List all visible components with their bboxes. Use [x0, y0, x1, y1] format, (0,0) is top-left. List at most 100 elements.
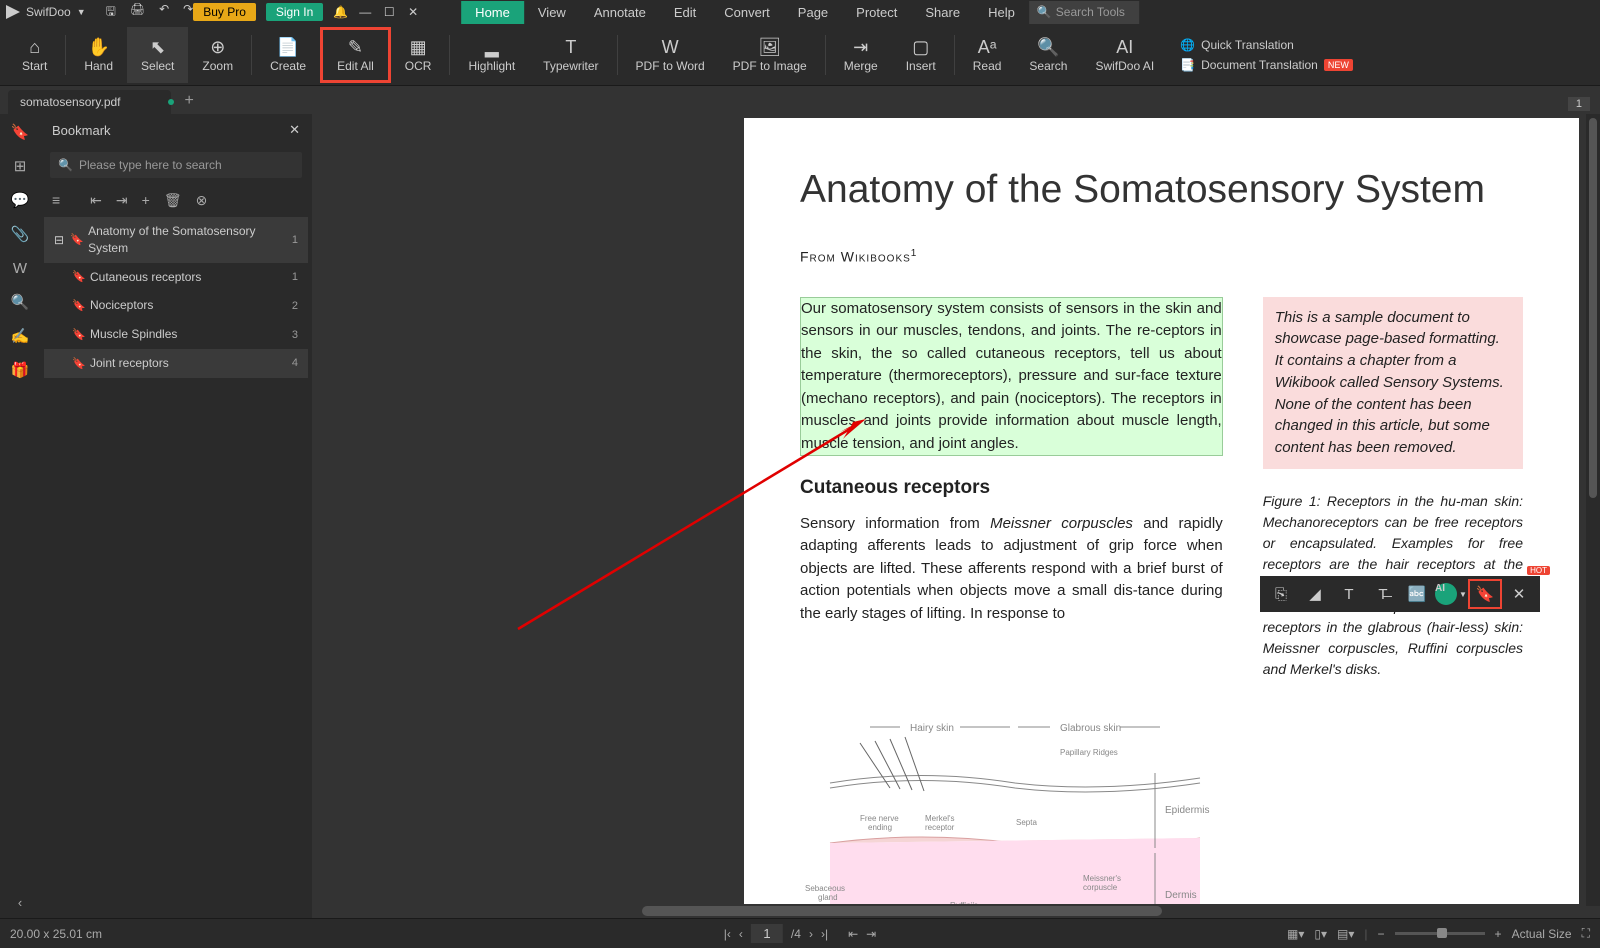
- highlighted-paragraph[interactable]: Our somatosensory system consists of sen…: [800, 297, 1223, 457]
- ribbon: ⌂Start ✋Hand ⬉Select ⊕Zoom 📄Create ✎Edit…: [0, 24, 1600, 86]
- menu-convert[interactable]: Convert: [710, 1, 784, 24]
- prev-page-button[interactable]: ‹: [739, 927, 743, 941]
- fullscreen-button[interactable]: ⛶: [1582, 926, 1590, 941]
- zoom-icon: ⊕: [210, 37, 225, 59]
- menu-annotate[interactable]: Annotate: [580, 1, 660, 24]
- scrollbar-thumb[interactable]: [1589, 118, 1597, 498]
- bookmark-item[interactable]: ⊟ 🔖 Anatomy of the Somatosensory System …: [44, 217, 308, 263]
- list-icon[interactable]: ≡: [52, 192, 60, 209]
- first-page-button[interactable]: |‹: [724, 927, 731, 941]
- menu-protect[interactable]: Protect: [842, 1, 911, 24]
- menu-help[interactable]: Help: [974, 1, 1029, 24]
- label: SwifDoo AI: [1095, 59, 1154, 73]
- word-nav-icon[interactable]: W: [10, 258, 30, 278]
- label: Sebaceous: [805, 884, 845, 893]
- read-button[interactable]: AᵃRead: [959, 27, 1016, 83]
- prev-view-button[interactable]: ⇤: [848, 927, 858, 941]
- bookmark-selection-button[interactable]: 🔖: [1468, 579, 1502, 609]
- outdent-icon[interactable]: ⇤: [90, 192, 102, 209]
- close-toolbar-button[interactable]: ✕: [1502, 579, 1536, 609]
- next-view-button[interactable]: ⇥: [866, 927, 876, 941]
- scroll-mode-icon[interactable]: ▤▾: [1337, 927, 1354, 941]
- highlight-button[interactable]: ▂Highlight: [454, 27, 529, 83]
- ai-button[interactable]: AIHOT▼: [1434, 579, 1468, 609]
- document-translation-button[interactable]: 📑Document TranslationNEW: [1180, 58, 1353, 72]
- strikethrough-button[interactable]: T̶: [1366, 579, 1400, 609]
- bookmark-nav-icon[interactable]: 🔖: [10, 122, 30, 142]
- pdf-to-image-button[interactable]: 🖼PDF to Image: [719, 27, 821, 83]
- copy-button[interactable]: ⎘: [1264, 579, 1298, 609]
- create-button[interactable]: 📄Create: [256, 27, 320, 83]
- comments-nav-icon[interactable]: 💬: [10, 190, 30, 210]
- menu-home[interactable]: Home: [461, 1, 524, 24]
- save-icon[interactable]: 🖫: [106, 2, 116, 23]
- attachments-nav-icon[interactable]: 📎: [10, 224, 30, 244]
- redo-icon[interactable]: ↷: [183, 2, 193, 23]
- insert-button[interactable]: ▢Insert: [892, 27, 950, 83]
- close-window-button[interactable]: ✕: [406, 5, 420, 19]
- bookmark-item[interactable]: 🔖 Nociceptors 2: [44, 291, 308, 320]
- label: Search: [1029, 59, 1067, 73]
- statusbar-right: ▦▾ ▯▾ ▤▾ | − + Actual Size ⛶: [1287, 926, 1590, 941]
- page-layout-icon[interactable]: ▯▾: [1314, 927, 1327, 941]
- page-input[interactable]: [751, 924, 783, 943]
- delete-bookmark-icon[interactable]: 🗑: [164, 192, 182, 209]
- minimize-button[interactable]: —: [358, 5, 372, 19]
- merge-button[interactable]: ⇥Merge: [830, 27, 892, 83]
- text-button[interactable]: T: [1332, 579, 1366, 609]
- maximize-button[interactable]: ☐: [382, 5, 396, 19]
- swifdoo-ai-button[interactable]: AISwifDoo AI: [1081, 27, 1168, 83]
- add-bookmark-icon[interactable]: +: [142, 192, 150, 209]
- zoom-out-button[interactable]: −: [1378, 927, 1385, 941]
- new-tab-button[interactable]: +: [185, 92, 194, 110]
- undo-icon[interactable]: ↶: [159, 2, 169, 23]
- menu-share[interactable]: Share: [911, 1, 974, 24]
- select-button[interactable]: ⬉Select: [127, 27, 188, 83]
- search-nav-icon[interactable]: 🔍: [10, 292, 30, 312]
- cursor-icon: ⬉: [150, 37, 165, 59]
- hand-button[interactable]: ✋Hand: [70, 27, 127, 83]
- scrollbar-thumb[interactable]: [642, 906, 1162, 916]
- signature-nav-icon[interactable]: ✍: [10, 326, 30, 346]
- typewriter-button[interactable]: TTypewriter: [529, 27, 612, 83]
- menu-page[interactable]: Page: [784, 1, 842, 24]
- search-button[interactable]: 🔍Search: [1015, 27, 1081, 83]
- start-button[interactable]: ⌂Start: [8, 27, 61, 83]
- buy-pro-button[interactable]: Buy Pro: [193, 3, 256, 21]
- menu-edit[interactable]: Edit: [660, 1, 710, 24]
- close-panel-icon[interactable]: ✕: [289, 122, 300, 138]
- document-viewport[interactable]: Anatomy of the Somatosensory System From…: [312, 114, 1600, 918]
- remove-bookmark-icon[interactable]: ⊗: [196, 192, 208, 209]
- zoom-in-button[interactable]: +: [1495, 927, 1502, 941]
- next-page-button[interactable]: ›: [809, 927, 813, 941]
- document-tab[interactable]: somatosensory.pdf: [8, 90, 171, 114]
- bookmark-search-input[interactable]: 🔍 Please type here to search: [50, 152, 302, 178]
- menu-view[interactable]: View: [524, 1, 580, 24]
- bell-icon[interactable]: 🔔: [333, 5, 348, 19]
- print-icon[interactable]: 🖨: [130, 2, 145, 23]
- zoom-button[interactable]: ⊕Zoom: [188, 27, 247, 83]
- app-dropdown-icon[interactable]: ▼: [77, 7, 86, 17]
- edit-all-button[interactable]: ✎Edit All: [320, 27, 391, 83]
- horizontal-scrollbar[interactable]: [312, 904, 1586, 918]
- last-page-button[interactable]: ›|: [821, 927, 828, 941]
- translate-button[interactable]: 🔤: [1400, 579, 1434, 609]
- zoom-level[interactable]: Actual Size: [1512, 927, 1572, 941]
- highlight-color-button[interactable]: ◢: [1298, 579, 1332, 609]
- pdf-to-word-button[interactable]: WPDF to Word: [622, 27, 719, 83]
- bookmark-item[interactable]: 🔖 Cutaneous receptors 1: [44, 263, 308, 292]
- vertical-scrollbar[interactable]: [1586, 114, 1600, 906]
- ocr-button[interactable]: ▦OCR: [391, 27, 446, 83]
- indent-icon[interactable]: ⇥: [116, 192, 128, 209]
- bookmark-item[interactable]: 🔖 Muscle Spindles 3: [44, 320, 308, 349]
- bookmark-item[interactable]: 🔖 Joint receptors 4: [44, 349, 308, 378]
- collapse-icon[interactable]: ⊟: [54, 233, 64, 247]
- thumbnails-nav-icon[interactable]: ⊞: [10, 156, 30, 176]
- quick-translation-button[interactable]: 🌐Quick Translation: [1180, 38, 1353, 52]
- zoom-slider[interactable]: [1395, 932, 1485, 935]
- view-mode-icon[interactable]: ▦▾: [1287, 927, 1304, 941]
- gift-nav-icon[interactable]: 🎁: [10, 360, 30, 380]
- collapse-sidebar-button[interactable]: ‹: [18, 895, 22, 910]
- sign-in-button[interactable]: Sign In: [266, 3, 323, 21]
- search-tools-input[interactable]: 🔍 Search Tools: [1029, 1, 1139, 24]
